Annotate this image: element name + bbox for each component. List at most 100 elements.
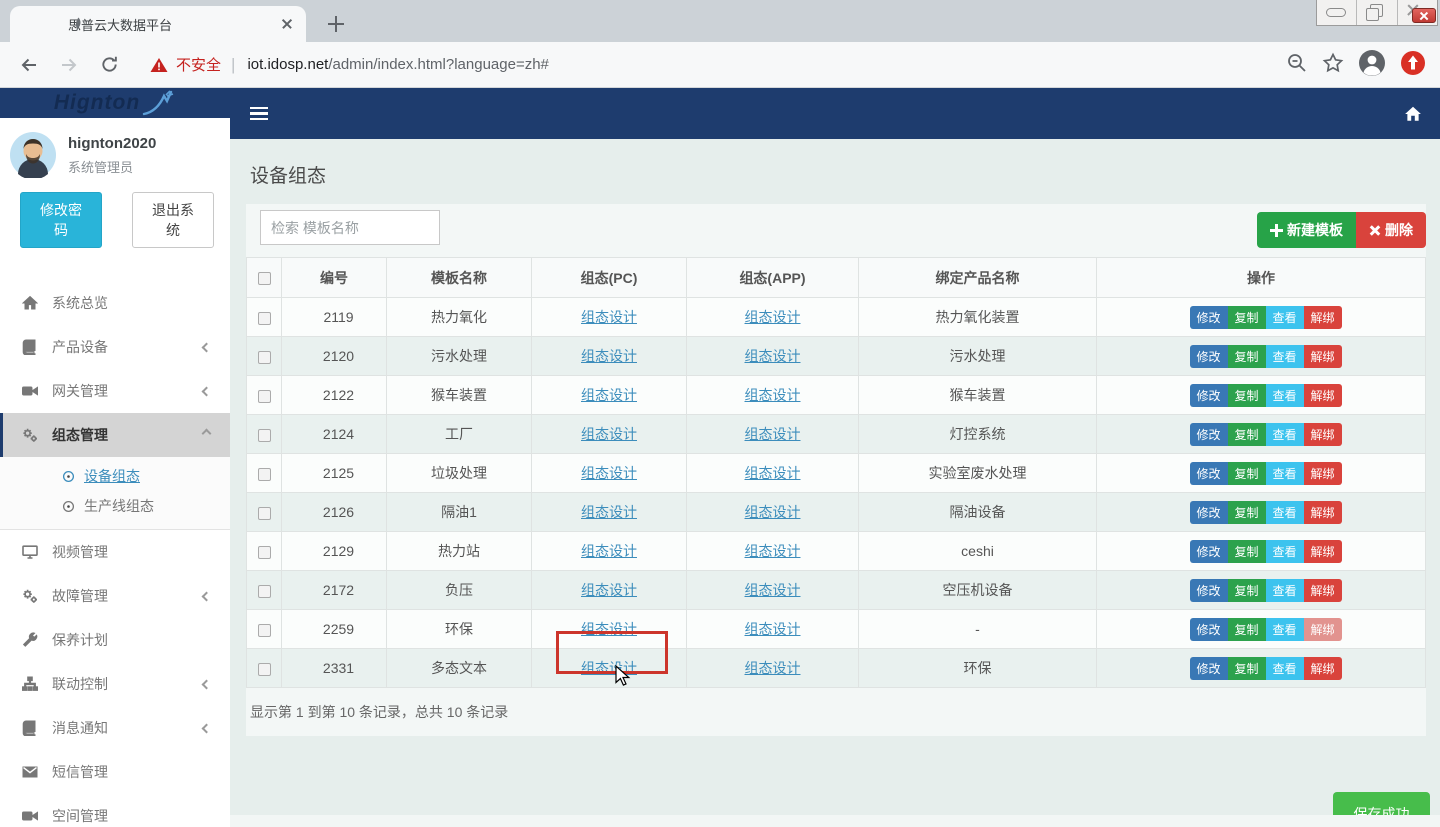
copy-button[interactable]: 复制 — [1228, 423, 1266, 446]
view-button[interactable]: 查看 — [1266, 540, 1304, 563]
copy-button[interactable]: 复制 — [1228, 618, 1266, 641]
view-button[interactable]: 查看 — [1266, 657, 1304, 680]
window-minimize-button[interactable] — [1317, 0, 1357, 25]
pc-config-link[interactable]: 组态设计 — [581, 426, 637, 442]
pc-config-link[interactable]: 组态设计 — [581, 621, 637, 637]
app-config-link[interactable]: 组态设计 — [745, 309, 801, 325]
home-icon[interactable] — [1403, 105, 1423, 123]
app-config-link[interactable]: 组态设计 — [745, 621, 801, 637]
unbind-button[interactable]: 解绑 — [1304, 657, 1342, 680]
row-checkbox[interactable] — [258, 507, 271, 520]
sidebar-item-fault[interactable]: 故障管理 — [0, 574, 230, 618]
unbind-button[interactable]: 解绑 — [1304, 384, 1342, 407]
sidebar-subitem-line-config[interactable]: 生产线组态 — [0, 491, 230, 521]
extension-icon[interactable] — [1400, 50, 1426, 79]
search-input[interactable] — [260, 210, 440, 245]
tab-close-icon[interactable] — [278, 15, 296, 33]
app-config-link[interactable]: 组态设计 — [745, 348, 801, 364]
sidebar-subitem-device-config[interactable]: 设备组态 — [0, 461, 230, 491]
pc-config-link[interactable]: 组态设计 — [581, 504, 637, 520]
app-config-link[interactable]: 组态设计 — [745, 543, 801, 559]
edit-button[interactable]: 修改 — [1190, 384, 1228, 407]
app-config-link[interactable]: 组态设计 — [745, 660, 801, 676]
row-checkbox[interactable] — [258, 351, 271, 364]
unbind-button[interactable]: 解绑 — [1304, 618, 1342, 641]
change-password-button[interactable]: 修改密码 — [20, 192, 102, 248]
sidebar-item-space[interactable]: 空间管理 — [0, 794, 230, 827]
sidebar-item-overview[interactable]: 系统总览 — [0, 281, 230, 325]
row-checkbox[interactable] — [258, 585, 271, 598]
pc-config-link[interactable]: 组态设计 — [581, 582, 637, 598]
row-checkbox[interactable] — [258, 312, 271, 325]
copy-button[interactable]: 复制 — [1228, 657, 1266, 680]
pc-config-link[interactable]: 组态设计 — [581, 543, 637, 559]
app-config-link[interactable]: 组态设计 — [745, 387, 801, 403]
pc-config-link[interactable]: 组态设计 — [581, 660, 637, 676]
profile-avatar-icon[interactable] — [1358, 49, 1386, 80]
row-checkbox[interactable] — [258, 546, 271, 559]
copy-button[interactable]: 复制 — [1228, 306, 1266, 329]
pc-config-link[interactable]: 组态设计 — [581, 387, 637, 403]
view-button[interactable]: 查看 — [1266, 384, 1304, 407]
edit-button[interactable]: 修改 — [1190, 657, 1228, 680]
edit-button[interactable]: 修改 — [1190, 462, 1228, 485]
unbind-button[interactable]: 解绑 — [1304, 540, 1342, 563]
edit-button[interactable]: 修改 — [1190, 423, 1228, 446]
unbind-button[interactable]: 解绑 — [1304, 306, 1342, 329]
new-template-button[interactable]: 新建模板 — [1257, 212, 1356, 248]
zoom-out-icon[interactable] — [1286, 52, 1308, 77]
copy-button[interactable]: 复制 — [1228, 579, 1266, 602]
view-button[interactable]: 查看 — [1266, 345, 1304, 368]
forward-button[interactable] — [54, 50, 84, 80]
view-button[interactable]: 查看 — [1266, 501, 1304, 524]
copy-button[interactable]: 复制 — [1228, 462, 1266, 485]
edit-button[interactable]: 修改 — [1190, 540, 1228, 563]
edit-button[interactable]: 修改 — [1190, 579, 1228, 602]
delete-button[interactable]: 删除 — [1356, 212, 1426, 248]
sidebar-item-message[interactable]: 消息通知 — [0, 706, 230, 750]
copy-button[interactable]: 复制 — [1228, 501, 1266, 524]
logout-button[interactable]: 退出系统 — [132, 192, 214, 248]
unbind-button[interactable]: 解绑 — [1304, 579, 1342, 602]
bookmark-star-icon[interactable] — [1322, 52, 1344, 77]
unbind-button[interactable]: 解绑 — [1304, 462, 1342, 485]
browser-tab[interactable]: 思普云大数据平台 — [10, 6, 306, 42]
view-button[interactable]: 查看 — [1266, 462, 1304, 485]
edit-button[interactable]: 修改 — [1190, 306, 1228, 329]
row-checkbox[interactable] — [258, 390, 271, 403]
sidebar-item-sms[interactable]: 短信管理 — [0, 750, 230, 794]
edit-button[interactable]: 修改 — [1190, 345, 1228, 368]
pc-config-link[interactable]: 组态设计 — [581, 348, 637, 364]
copy-button[interactable]: 复制 — [1228, 345, 1266, 368]
app-config-link[interactable]: 组态设计 — [745, 465, 801, 481]
window-close-button[interactable] — [1398, 0, 1437, 25]
hamburger-menu-icon[interactable] — [250, 107, 270, 121]
sidebar-item-config-mgmt[interactable]: 组态管理 — [0, 413, 230, 457]
unbind-button[interactable]: 解绑 — [1304, 501, 1342, 524]
view-button[interactable]: 查看 — [1266, 579, 1304, 602]
row-checkbox[interactable] — [258, 429, 271, 442]
view-button[interactable]: 查看 — [1266, 618, 1304, 641]
sidebar-item-gateway[interactable]: 网关管理 — [0, 369, 230, 413]
view-button[interactable]: 查看 — [1266, 423, 1304, 446]
copy-button[interactable]: 复制 — [1228, 540, 1266, 563]
reload-button[interactable] — [94, 50, 124, 80]
row-checkbox[interactable] — [258, 468, 271, 481]
unbind-button[interactable]: 解绑 — [1304, 345, 1342, 368]
sidebar-item-video[interactable]: 视频管理 — [0, 530, 230, 574]
row-checkbox[interactable] — [258, 624, 271, 637]
select-all-checkbox[interactable] — [258, 272, 271, 285]
copy-button[interactable]: 复制 — [1228, 384, 1266, 407]
edit-button[interactable]: 修改 — [1190, 501, 1228, 524]
app-config-link[interactable]: 组态设计 — [745, 504, 801, 520]
pc-config-link[interactable]: 组态设计 — [581, 309, 637, 325]
edit-button[interactable]: 修改 — [1190, 618, 1228, 641]
url-bar[interactable]: 不安全 | iot.idosp.net /admin/index.html?la… — [150, 54, 1286, 75]
sidebar-item-linkage[interactable]: 联动控制 — [0, 662, 230, 706]
row-checkbox[interactable] — [258, 663, 271, 676]
view-button[interactable]: 查看 — [1266, 306, 1304, 329]
app-config-link[interactable]: 组态设计 — [745, 426, 801, 442]
back-button[interactable] — [14, 50, 44, 80]
unbind-button[interactable]: 解绑 — [1304, 423, 1342, 446]
sidebar-item-products[interactable]: 产品设备 — [0, 325, 230, 369]
